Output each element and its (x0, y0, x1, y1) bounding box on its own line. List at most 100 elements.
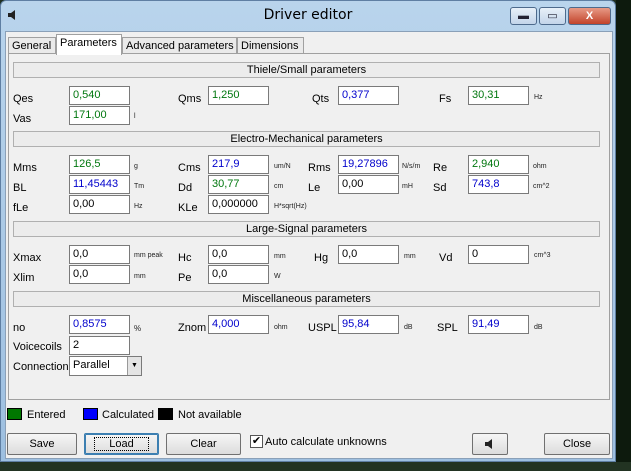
voicecoils-label: Voicecoils (13, 341, 62, 353)
maximize-button[interactable]: ▭ (539, 7, 566, 25)
znom-field[interactable]: 4,000 (208, 315, 269, 334)
fs-label: Fs (439, 93, 452, 105)
auto-calc-label[interactable]: Auto calculate unknowns (265, 436, 387, 448)
bl-label: BL (13, 182, 27, 194)
legend-entered: Entered (27, 409, 66, 421)
spl-field[interactable]: 91,49 (468, 315, 529, 334)
connection-select[interactable]: Parallel ▼ (69, 356, 142, 376)
close-button[interactable]: Close (544, 433, 610, 455)
save-button[interactable]: Save (7, 433, 77, 455)
cms-unit: um/N (274, 163, 291, 170)
load-button[interactable]: Load (84, 433, 159, 455)
title-bar[interactable]: Driver editor ▬ ▭ X (1, 1, 615, 31)
entered-swatch (7, 408, 22, 420)
hc-field[interactable]: 0,0 (208, 245, 269, 264)
kle-field[interactable]: 0,000000 (208, 195, 269, 214)
sd-unit: cm^2 (533, 183, 550, 190)
xlim-unit: mm (134, 273, 146, 280)
mms-label: Mms (13, 162, 37, 174)
qes-field[interactable]: 0,540 (69, 86, 130, 105)
xlim-label: Xlim (13, 272, 35, 284)
pe-field[interactable]: 0,0 (208, 265, 269, 284)
parameters-panel: Thiele/Small parameters Qes 0,540 Qms 1,… (8, 53, 610, 400)
section-miscellaneous: Miscellaneous parameters (13, 291, 600, 307)
re-unit: ohm (533, 163, 547, 170)
qts-field[interactable]: 0,377 (338, 86, 399, 105)
calculated-swatch (83, 408, 98, 420)
dd-field[interactable]: 30,77 (208, 175, 269, 194)
le-unit: mH (402, 183, 413, 190)
legend-calculated: Calculated (102, 409, 154, 421)
uspl-label: USPL (308, 322, 337, 334)
hg-field[interactable]: 0,0 (338, 245, 399, 264)
voicecoils-field[interactable]: 2 (69, 336, 130, 355)
bl-unit: Tm (134, 183, 145, 190)
pe-label: Pe (178, 272, 192, 284)
mms-field[interactable]: 126,5 (69, 155, 130, 174)
vas-field[interactable]: 171,00 (69, 106, 130, 125)
xmax-field[interactable]: 0,0 (69, 245, 130, 264)
fs-unit: Hz (534, 94, 543, 101)
vas-label: Vas (13, 113, 32, 125)
hc-unit: mm (274, 253, 286, 260)
uspl-field[interactable]: 95,84 (338, 315, 399, 334)
tab-advanced-parameters[interactable]: Advanced parameters (122, 37, 237, 54)
pe-unit: W (274, 273, 281, 280)
kle-unit: H*sqrt(Hz) (274, 203, 307, 210)
hg-label: Hg (314, 252, 329, 264)
rms-unit: N/s/m (402, 163, 421, 170)
load-label: Load (94, 437, 149, 451)
chevron-down-icon[interactable]: ▼ (127, 357, 141, 375)
vd-field[interactable]: 0 (468, 245, 529, 264)
qms-label: Qms (178, 93, 202, 105)
kle-label: KLe (178, 202, 198, 214)
desktop-background-bottom (0, 462, 631, 471)
sd-field[interactable]: 743,8 (468, 175, 529, 194)
cms-label: Cms (178, 162, 201, 174)
rms-field[interactable]: 19,27896 (338, 155, 399, 174)
rms-label: Rms (308, 162, 331, 174)
auto-calc-checkbox[interactable]: ✔ (250, 435, 263, 448)
no-label: no (13, 322, 26, 334)
re-label: Re (433, 162, 448, 174)
no-field[interactable]: 0,8575 (69, 315, 130, 334)
fs-field[interactable]: 30,31 (468, 86, 529, 105)
tab-dimensions[interactable]: Dimensions (237, 37, 304, 54)
xlim-field[interactable]: 0,0 (69, 265, 130, 284)
spl-unit: dB (534, 324, 543, 331)
section-electro-mechanical: Electro-Mechanical parameters (13, 131, 600, 147)
hc-label: Hc (178, 252, 192, 264)
fle-field[interactable]: 0,00 (69, 195, 130, 214)
legend-not-available: Not available (178, 409, 242, 421)
minimize-button[interactable]: ▬ (510, 7, 537, 25)
znom-label: Znom (178, 322, 207, 334)
xmax-label: Xmax (13, 252, 42, 264)
vas-unit: l (134, 113, 136, 120)
not-available-swatch (158, 408, 173, 420)
cms-field[interactable]: 217,9 (208, 155, 269, 174)
qms-field[interactable]: 1,250 (208, 86, 269, 105)
re-field[interactable]: 2,940 (468, 155, 529, 174)
clear-button[interactable]: Clear (166, 433, 241, 455)
speaker-button[interactable] (472, 433, 508, 455)
tab-general[interactable]: General (8, 37, 56, 54)
qts-label: Qts (312, 93, 330, 105)
fle-unit: Hz (134, 203, 143, 210)
tab-parameters[interactable]: Parameters (56, 34, 122, 55)
le-field[interactable]: 0,00 (338, 175, 399, 194)
sd-label: Sd (433, 182, 447, 194)
section-thiele-small: Thiele/Small parameters (13, 62, 600, 78)
vd-label: Vd (439, 252, 453, 264)
speaker-icon (484, 438, 496, 450)
vd-unit: cm^3 (534, 252, 551, 259)
dd-label: Dd (178, 182, 193, 194)
le-label: Le (308, 182, 321, 194)
close-window-button[interactable]: X (568, 7, 611, 25)
client-area: General Parameters Advanced parameters D… (5, 31, 613, 459)
bl-field[interactable]: 11,45443 (69, 175, 130, 194)
section-large-signal: Large-Signal parameters (13, 221, 600, 237)
hg-unit: mm (404, 253, 416, 260)
connection-label: Connection (13, 361, 69, 373)
dd-unit: cm (274, 183, 284, 190)
spl-label: SPL (437, 322, 458, 334)
